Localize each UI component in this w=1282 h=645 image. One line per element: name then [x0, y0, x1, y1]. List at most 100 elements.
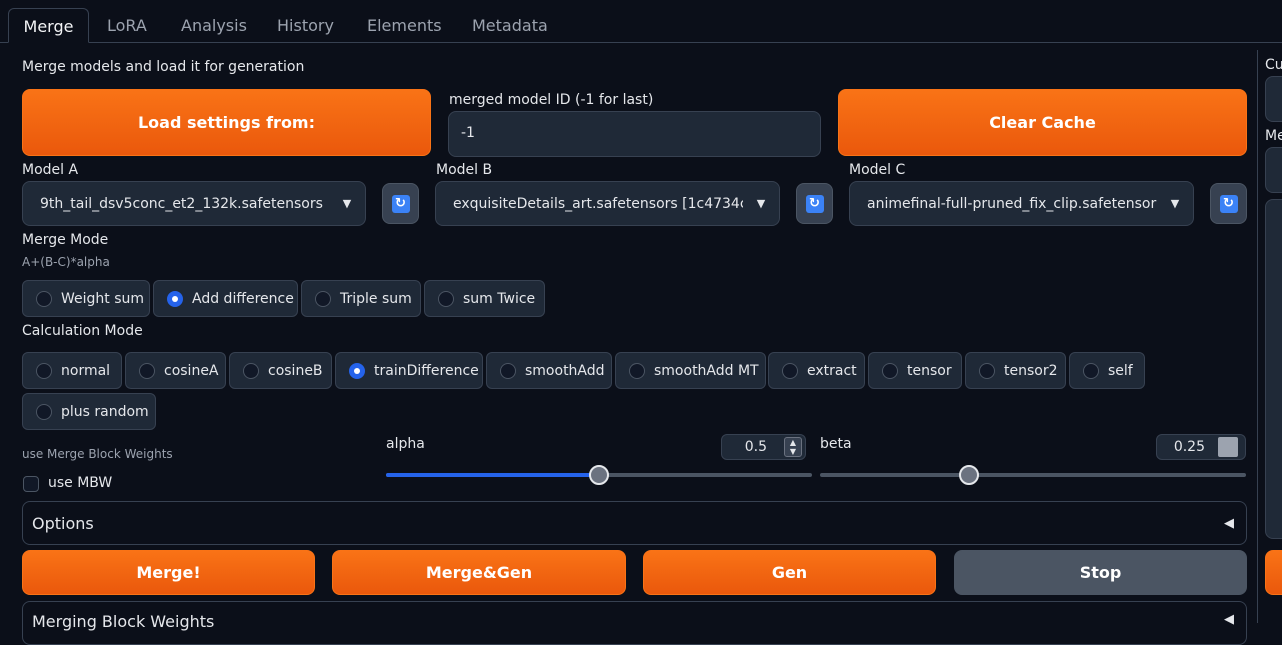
- radio-icon: [139, 362, 155, 379]
- radio-icon: [315, 290, 331, 307]
- calc-mode-tensor2[interactable]: tensor2: [965, 352, 1066, 389]
- radio-icon: [36, 290, 52, 307]
- radio-label: cosineA: [164, 362, 219, 379]
- alpha-slider-fill: [386, 473, 599, 477]
- calc-mode-extract[interactable]: extract: [768, 352, 865, 389]
- merge-mode-sum-twice[interactable]: sum Twice: [424, 280, 545, 317]
- model-b-value: exquisiteDetails_art.safetensors [1c4734…: [453, 195, 743, 212]
- tab-history[interactable]: History: [277, 8, 334, 43]
- radio-label: self: [1108, 362, 1133, 379]
- calc-mode-cosineb[interactable]: cosineB: [229, 352, 332, 389]
- calc-mode-label: Calculation Mode: [22, 323, 143, 339]
- model-c-value: animefinal-full-pruned_fix_clip.safetens…: [867, 195, 1157, 212]
- radio-label: tensor2: [1004, 362, 1058, 379]
- beta-slider-thumb[interactable]: [959, 465, 980, 485]
- beta-label: beta: [820, 436, 852, 452]
- radio-icon: [882, 362, 898, 379]
- merged-model-id-field[interactable]: -1: [448, 111, 821, 157]
- model-a-refresh-button[interactable]: ↻: [382, 183, 419, 224]
- radio-label: tensor: [907, 362, 952, 379]
- merge-button[interactable]: Merge!: [22, 550, 315, 595]
- right-panel-label-2: Me: [1265, 128, 1282, 144]
- calc-mode-traindifference[interactable]: trainDifference: [335, 352, 483, 389]
- refresh-icon: ↻: [1219, 194, 1238, 213]
- calc-mode-normal[interactable]: normal: [22, 352, 122, 389]
- radio-icon: [438, 290, 454, 307]
- tab-elements[interactable]: Elements: [367, 8, 442, 43]
- model-c-label: Model C: [849, 162, 906, 178]
- radio-label: extract: [807, 362, 857, 379]
- tab-merge[interactable]: Merge: [8, 8, 89, 43]
- tab-analysis[interactable]: Analysis: [181, 8, 247, 43]
- mbw-accordion-label: Merging Block Weights: [32, 612, 215, 631]
- load-settings-button[interactable]: Load settings from:: [22, 89, 431, 156]
- tab-lora[interactable]: LoRA: [107, 8, 147, 43]
- radio-icon: [782, 362, 798, 379]
- radio-icon: [36, 362, 52, 379]
- radio-label: cosineB: [268, 362, 323, 379]
- gen-button[interactable]: Gen: [643, 550, 936, 595]
- calc-mode-tensor[interactable]: tensor: [868, 352, 962, 389]
- mbw-section-label: use Merge Block Weights: [22, 447, 173, 461]
- model-b-label: Model B: [436, 162, 493, 178]
- radio-icon: [36, 403, 52, 420]
- model-c-dropdown[interactable]: animefinal-full-pruned_fix_clip.safetens…: [849, 181, 1194, 226]
- refresh-icon: ↻: [805, 194, 824, 213]
- radio-selected-icon: [167, 290, 183, 307]
- model-a-value: 9th_tail_dsv5conc_et2_132k.safetensors: [40, 195, 323, 212]
- radio-icon: [1083, 362, 1099, 379]
- right-panel-button[interactable]: [1265, 550, 1282, 595]
- beta-slider-track[interactable]: [820, 473, 1246, 477]
- radio-selected-icon: [349, 362, 365, 379]
- calc-mode-self[interactable]: self: [1069, 352, 1145, 389]
- calc-mode-smoothadd-mt[interactable]: smoothAdd MT: [615, 352, 766, 389]
- radio-label: smoothAdd: [525, 362, 605, 379]
- merge-mode-formula: A+(B-C)*alpha: [22, 255, 110, 269]
- radio-label: Triple sum: [340, 290, 412, 307]
- chevron-down-icon: ▼: [1170, 197, 1180, 210]
- merge-mode-weight-sum[interactable]: Weight sum: [22, 280, 150, 317]
- triangle-left-icon: ◀: [1224, 515, 1234, 531]
- radio-icon: [629, 362, 645, 379]
- chevron-down-icon: ▼: [342, 197, 352, 210]
- radio-label: plus random: [61, 403, 149, 420]
- radio-icon: [500, 362, 516, 379]
- alpha-label: alpha: [386, 436, 425, 452]
- merge-gen-button[interactable]: Merge&Gen: [332, 550, 626, 595]
- model-b-dropdown[interactable]: exquisiteDetails_art.safetensors [1c4734…: [435, 181, 780, 226]
- use-mbw-label: use MBW: [48, 475, 113, 491]
- model-a-dropdown[interactable]: 9th_tail_dsv5conc_et2_132k.safetensors ▼: [22, 181, 366, 226]
- options-accordion-label: Options: [32, 513, 94, 533]
- alpha-stepper[interactable]: ▲ ▼: [784, 437, 802, 457]
- radio-label: Weight sum: [61, 290, 145, 307]
- calc-mode-cosinea[interactable]: cosineA: [125, 352, 226, 389]
- beta-stepper[interactable]: [1218, 437, 1238, 457]
- use-mbw-checkbox[interactable]: [23, 476, 39, 492]
- alpha-slider-thumb[interactable]: [589, 465, 609, 485]
- radio-icon: [243, 362, 259, 379]
- tab-metadata[interactable]: Metadata: [472, 8, 548, 43]
- radio-label: trainDifference: [374, 362, 479, 379]
- merge-mode-label: Merge Mode: [22, 232, 109, 248]
- right-panel-textarea[interactable]: [1265, 199, 1282, 539]
- alpha-value: 0.5: [744, 439, 767, 455]
- merge-mode-add-difference[interactable]: Add difference: [153, 280, 298, 317]
- merge-mode-triple-sum[interactable]: Triple sum: [301, 280, 421, 317]
- model-a-label: Model A: [22, 162, 79, 178]
- right-panel-field-1[interactable]: [1265, 76, 1282, 122]
- clear-cache-button[interactable]: Clear Cache: [838, 89, 1247, 156]
- merged-model-id-label: merged model ID (-1 for last): [449, 92, 654, 108]
- stop-button[interactable]: Stop: [954, 550, 1247, 595]
- options-accordion[interactable]: Options ◀: [22, 501, 1247, 545]
- right-panel-label-1: Cu: [1265, 57, 1282, 73]
- page-description: Merge models and load it for generation: [22, 59, 305, 75]
- model-c-refresh-button[interactable]: ↻: [1210, 183, 1247, 224]
- triangle-left-icon: ◀: [1224, 612, 1234, 627]
- radio-icon: [979, 362, 995, 379]
- model-b-refresh-button[interactable]: ↻: [796, 183, 833, 224]
- calc-mode-smoothadd[interactable]: smoothAdd: [486, 352, 612, 389]
- merging-block-weights-accordion[interactable]: Merging Block Weights ◀: [22, 601, 1247, 645]
- chevron-down-icon: ▼: [756, 197, 766, 210]
- calc-mode-plus-random[interactable]: plus random: [22, 393, 156, 430]
- right-panel-field-2[interactable]: [1265, 147, 1282, 193]
